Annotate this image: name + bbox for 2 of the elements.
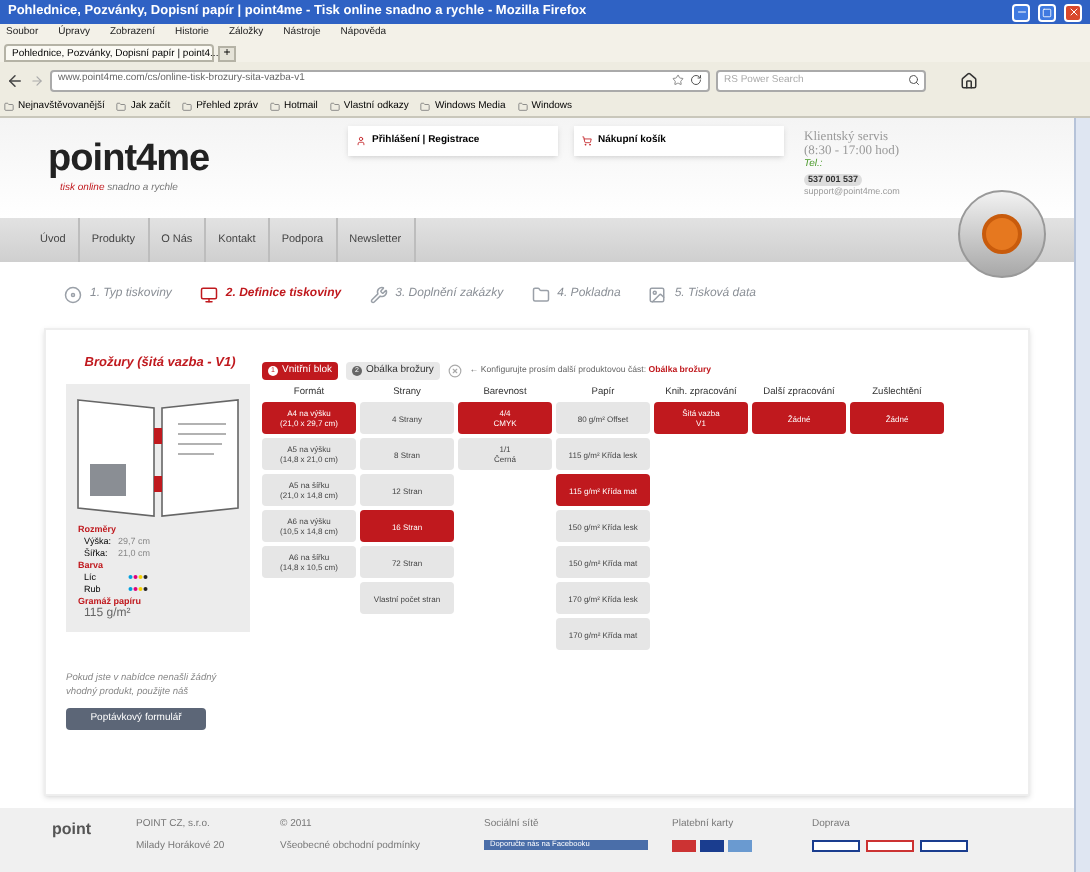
footer-logo: point: [52, 818, 94, 842]
logo[interactable]: point4me: [48, 142, 348, 178]
